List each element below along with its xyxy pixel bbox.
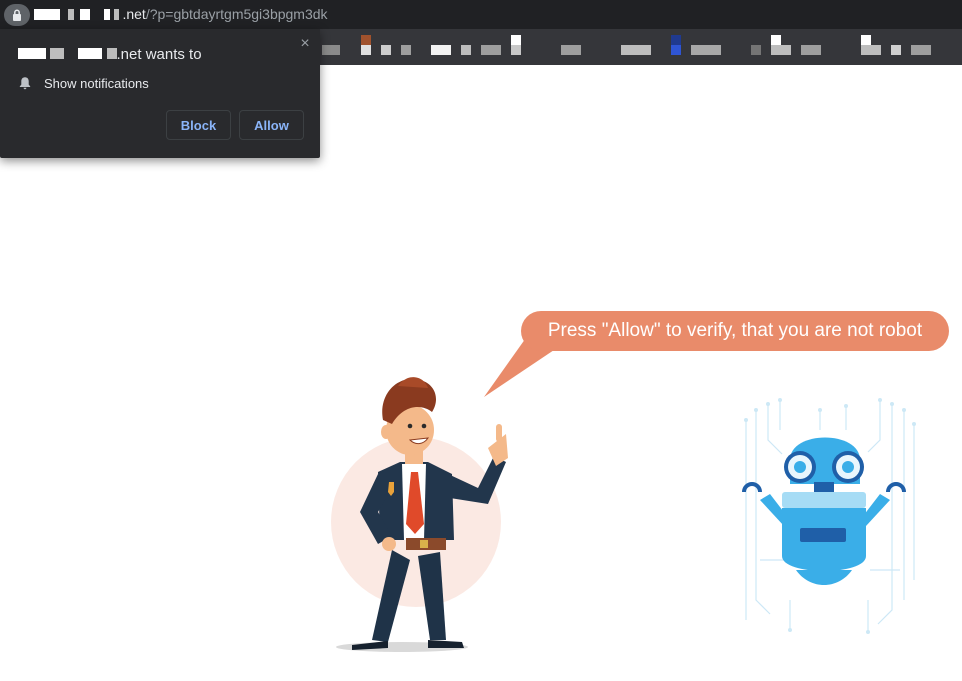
- robot-illustration: [742, 398, 916, 634]
